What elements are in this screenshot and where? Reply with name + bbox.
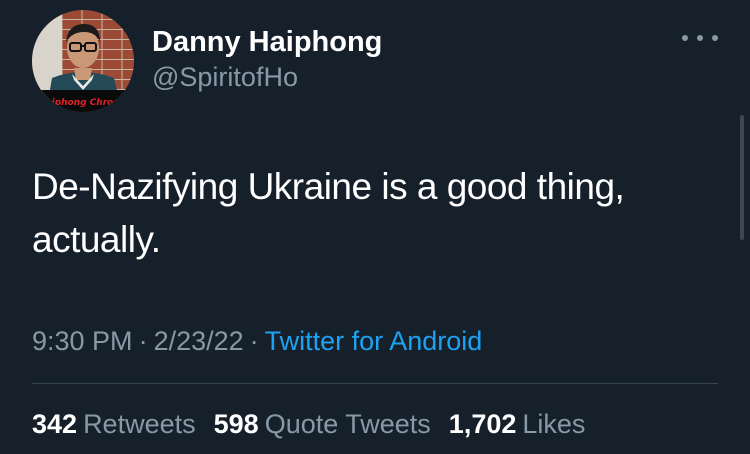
retweets-stat[interactable]: 342 Retweets	[32, 406, 196, 442]
more-options-button[interactable]	[682, 28, 718, 48]
retweets-label: Retweets	[83, 409, 196, 439]
tweet-meta: 9:30 PM · 2/23/22 · Twitter for Android	[32, 323, 482, 359]
more-horizontal-icon	[682, 35, 688, 41]
likes-count: 1,702	[448, 409, 517, 439]
quote-tweets-count: 598	[213, 409, 259, 439]
tweet-date[interactable]: 2/23/22	[154, 326, 244, 356]
likes-stat[interactable]: 1,702 Likes	[449, 406, 586, 442]
avatar-banner-text: Haiphong Chronicl	[38, 98, 132, 108]
tweet-text-line: actually.	[32, 219, 161, 260]
likes-label: Likes	[522, 409, 586, 439]
tweet-source-link[interactable]: Twitter for Android	[265, 326, 483, 356]
quote-tweets-label: Quote Tweets	[264, 409, 431, 439]
retweets-count: 342	[32, 409, 78, 439]
tweet-text: De-Nazifying Ukraine is a good thing, ac…	[32, 160, 712, 266]
meta-separator: ·	[249, 326, 259, 356]
author-name[interactable]: Danny Haiphong	[152, 24, 382, 60]
quote-tweets-stat[interactable]: 598 Quote Tweets	[214, 406, 431, 442]
divider	[32, 383, 718, 384]
avatar[interactable]: Haiphong Chronicl	[32, 10, 134, 112]
meta-separator: ·	[138, 326, 148, 356]
tweet-time[interactable]: 9:30 PM	[32, 326, 133, 356]
more-horizontal-icon	[712, 35, 718, 41]
more-horizontal-icon	[697, 35, 703, 41]
author-handle[interactable]: @SpiritofHo	[152, 60, 298, 94]
avatar-image: Haiphong Chronicl	[32, 10, 134, 112]
tweet-text-line: De-Nazifying Ukraine is a good thing,	[32, 166, 625, 207]
scrollbar[interactable]	[740, 115, 744, 240]
tweet-stats: 342 Retweets 598 Quote Tweets 1,702 Likes	[32, 406, 585, 442]
tweet-card: Haiphong Chronicl Danny Haiphong @Spirit…	[0, 0, 750, 454]
